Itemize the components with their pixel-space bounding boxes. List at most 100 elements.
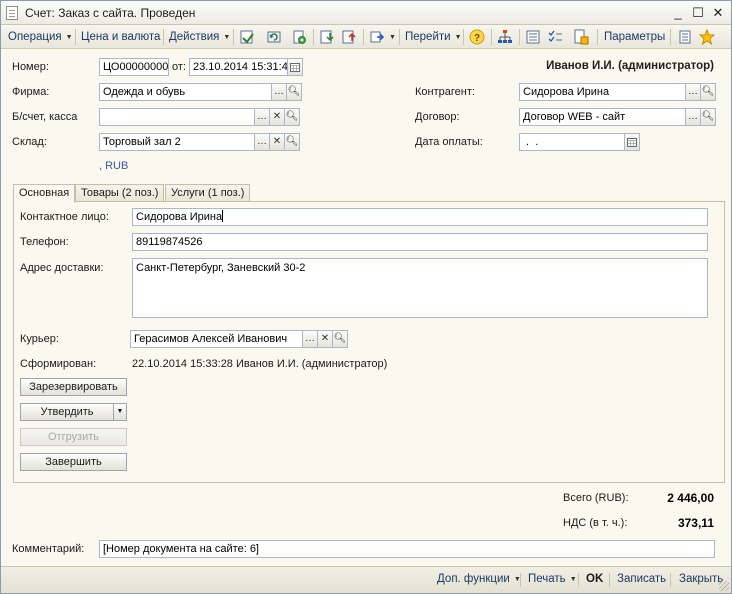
toolbar-separator [491, 29, 492, 45]
operation-menu[interactable]: Операция ▼ [8, 29, 73, 45]
statusbar-separator [609, 573, 610, 587]
comment-field[interactable]: [Номер документа на сайте: 6] [99, 540, 715, 558]
title-bar: Счет: Заказ с сайта. Проведен _ ☐ ✕ [1, 1, 731, 25]
help-icon[interactable]: ? [469, 29, 485, 45]
params-button[interactable]: Параметры [604, 29, 665, 45]
toolbar: Операция ▼ Цена и валюта Действия ▼ ▼ Пе… [1, 25, 731, 49]
counterparty-select-button[interactable]: … [685, 83, 701, 101]
price-currency-button[interactable]: Цена и валюта [81, 29, 160, 45]
account-select-button[interactable]: … [254, 108, 270, 126]
calendar-icon [627, 138, 637, 147]
formed-value: 22.10.2014 15:33:28 Иванов И.И. (админис… [132, 358, 388, 370]
ellipsis-icon: … [257, 111, 267, 122]
close-form-button[interactable]: Закрыть [679, 573, 723, 585]
currency-link[interactable]: , RUB [99, 160, 128, 172]
favorite-star-icon[interactable] [699, 29, 715, 45]
date-from-label: от: [172, 61, 186, 73]
refresh-icon[interactable] [266, 29, 282, 45]
document-window: Счет: Заказ с сайта. Проведен _ ☐ ✕ Опер… [0, 0, 732, 594]
counterparty-field[interactable]: Сидорова Ирина [519, 83, 686, 101]
courier-select-button[interactable]: … [302, 330, 318, 348]
tab-main[interactable]: Основная [13, 184, 76, 203]
reserve-button[interactable]: Зарезервировать [20, 378, 127, 396]
operation-label: Операция [8, 31, 62, 43]
move-down-icon[interactable] [319, 29, 335, 45]
firm-select-button[interactable]: … [271, 83, 287, 101]
actions-menu[interactable]: Действия ▼ [169, 29, 230, 45]
tab-goods[interactable]: Товары (2 поз.) [75, 184, 165, 202]
print-menu[interactable]: Печать ▼ [528, 573, 577, 585]
firm-search-button[interactable]: 🔍︎ [286, 83, 302, 101]
notes-icon[interactable] [677, 29, 693, 45]
account-clear-button[interactable]: ✕ [269, 108, 285, 126]
warehouse-search-button[interactable]: 🔍︎ [284, 133, 300, 151]
dropdown-arrow-icon: ▼ [454, 34, 462, 41]
checklist-icon[interactable] [547, 29, 563, 45]
clear-x-icon: ✕ [272, 136, 282, 147]
minimize-button[interactable]: _ [669, 4, 687, 21]
close-button[interactable]: ✕ [709, 4, 727, 21]
list-icon[interactable] [525, 29, 541, 45]
tab-services[interactable]: Услуги (1 поз.) [165, 184, 251, 202]
contract-select-button[interactable]: … [685, 108, 701, 126]
warehouse-select-button[interactable]: … [254, 133, 270, 151]
finish-button[interactable]: Завершить [20, 453, 127, 471]
copy-document-icon[interactable] [291, 29, 307, 45]
goto-menu[interactable]: Перейти ▼ [405, 29, 462, 45]
firm-field[interactable]: Одежда и обувь [99, 83, 272, 101]
courier-search-button[interactable]: 🔍︎ [332, 330, 348, 348]
extra-functions-label: Доп. функции [437, 573, 510, 585]
save-button[interactable]: Записать [617, 573, 666, 585]
approve-button[interactable]: Утвердить [20, 403, 114, 421]
vat-value: 373,11 [677, 516, 714, 530]
dropdown-arrow-icon: ▼ [569, 576, 577, 583]
courier-field[interactable]: Герасимов Алексей Иванович [130, 330, 304, 348]
contract-field[interactable]: Договор WEB - сайт [519, 108, 686, 126]
account-search-button[interactable]: 🔍︎ [284, 108, 300, 126]
contact-field[interactable]: Сидорова Ирина [132, 208, 708, 226]
resize-grip[interactable] [719, 581, 729, 591]
phone-field[interactable]: 89119874526 [132, 233, 708, 251]
pay-date-calendar-button[interactable] [624, 133, 640, 151]
toolbar-separator [363, 29, 364, 45]
warehouse-clear-button[interactable]: ✕ [269, 133, 285, 151]
toolbar-separator [670, 29, 671, 45]
date-field[interactable]: 23.10.2014 15:31:41 [189, 58, 288, 76]
warehouse-field[interactable]: Торговый зал 2 [99, 133, 255, 151]
post-document-icon[interactable] [239, 29, 255, 45]
formed-label: Сформирован: [20, 358, 97, 370]
toolbar-separator [597, 29, 598, 45]
extra-functions-menu[interactable]: Доп. функции ▼ [437, 573, 521, 585]
statusbar-separator [670, 573, 671, 587]
dropdown-arrow-icon: ▼ [65, 34, 73, 41]
dropdown-arrow-icon: ▼ [116, 408, 124, 415]
window-title: Счет: Заказ с сайта. Проведен [25, 6, 196, 20]
create-based-icon[interactable] [369, 29, 385, 45]
approve-dropdown-button[interactable]: ▼ [113, 403, 127, 421]
warehouse-label: Склад: [12, 136, 47, 148]
print-label: Печать [528, 573, 566, 585]
contract-search-button[interactable]: 🔍︎ [700, 108, 716, 126]
statusbar-separator [520, 573, 521, 587]
counterparty-search-button[interactable]: 🔍︎ [700, 83, 716, 101]
document-print-icon[interactable] [573, 29, 589, 45]
firm-label: Фирма: [12, 86, 50, 98]
move-up-icon[interactable] [341, 29, 357, 45]
current-user: Иванов И.И. (администратор) [546, 60, 714, 72]
comment-label: Комментарий: [12, 543, 85, 555]
account-field[interactable] [99, 108, 255, 126]
ok-button[interactable]: OK [586, 573, 603, 585]
ship-button: Отгрузить [20, 428, 127, 446]
number-field[interactable]: ЦО00000000 [99, 58, 169, 76]
search-icon: 🔍︎ [285, 136, 299, 147]
maximize-button[interactable]: ☐ [689, 4, 707, 21]
search-icon: 🔍︎ [701, 111, 715, 122]
pay-date-field[interactable]: . . [519, 133, 625, 151]
dropdown-arrow-icon: ▼ [389, 34, 396, 41]
create-based-dropdown[interactable]: ▼ [385, 29, 396, 45]
text-caret [222, 210, 224, 222]
address-textarea[interactable]: Санкт-Петербург, Заневский 30-2 [132, 258, 708, 318]
structure-icon[interactable] [497, 29, 513, 45]
courier-clear-button[interactable]: ✕ [317, 330, 333, 348]
calendar-button[interactable] [287, 58, 303, 76]
